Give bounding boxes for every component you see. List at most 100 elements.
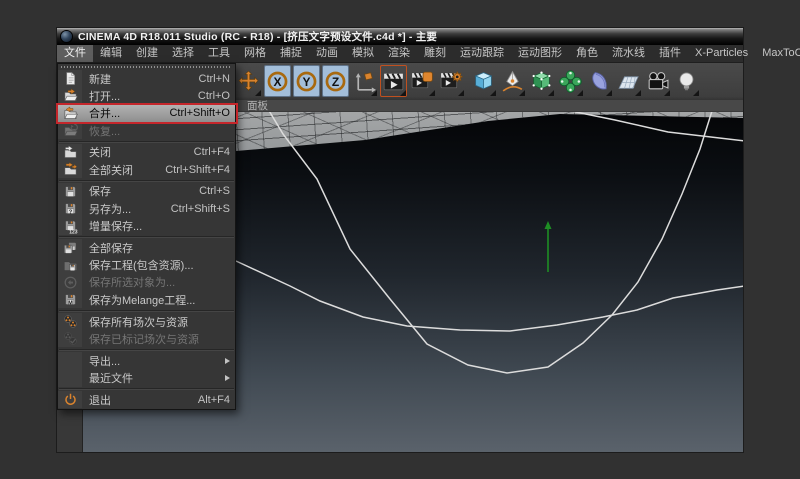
primitive-cube-icon — [471, 69, 496, 94]
menubar-item-渲染[interactable]: 渲染 — [381, 45, 417, 62]
folder-merge-icon — [58, 105, 82, 122]
menubar-item-运动跟踪[interactable]: 运动跟踪 — [453, 45, 511, 62]
undo-arc-icon — [59, 475, 81, 479]
file-menu-item-全部保存[interactable]: 全部保存 — [58, 239, 235, 257]
file-menu-item-合并[interactable]: 合并... Ctrl+Shift+O — [56, 102, 238, 124]
file-menu-item-另存为[interactable]: ? 另存为... Ctrl+Shift+S — [58, 200, 235, 218]
spline-volume-button[interactable] — [586, 65, 613, 97]
file-menu-item-保存所有场次与资源[interactable]: 保存所有场次与资源 — [58, 312, 235, 331]
menubar-item-角色[interactable]: 角色 — [569, 45, 605, 62]
add-cube-button[interactable] — [470, 65, 497, 97]
file-menu-item-保存为Melange工程[interactable]: M 保存为Melange工程... — [58, 291, 235, 309]
z-axis-lock-button[interactable]: Z — [322, 65, 349, 97]
file-menu-item-新建[interactable]: 新建 Ctrl+N — [58, 70, 235, 88]
move-tool-icon — [236, 69, 261, 94]
menu-item-label: 打开... — [89, 90, 121, 103]
new-doc-icon — [58, 70, 82, 88]
empty-icon — [58, 351, 82, 370]
light-button[interactable] — [673, 65, 700, 97]
camera-icon — [645, 69, 670, 94]
svg-text:M: M — [68, 301, 73, 307]
extrude-spline-outer[interactable] — [268, 112, 713, 374]
file-menu-item-全部关闭[interactable]: 全部关闭 Ctrl+Shift+F4 — [58, 160, 235, 179]
file-menu-item-打开[interactable]: 打开... Ctrl+O — [58, 87, 235, 105]
menubar-item-工具[interactable]: 工具 — [201, 45, 237, 62]
deformer-button[interactable] — [557, 65, 584, 97]
menu-item-label: 增量保存... — [89, 221, 143, 234]
menu-item-shortcut: Ctrl+Shift+O — [169, 107, 230, 120]
folder-open-icon — [58, 87, 82, 105]
menubar-item-模拟[interactable]: 模拟 — [345, 45, 381, 62]
menubar-item-雕刻[interactable]: 雕刻 — [417, 45, 453, 62]
menubar-item-编辑[interactable]: 编辑 — [93, 45, 129, 62]
menubar-item-运动图形[interactable]: 运动图形 — [511, 45, 569, 62]
floor-button[interactable] — [615, 65, 642, 97]
svg-text:?: ? — [68, 210, 72, 216]
camera-button[interactable] — [644, 65, 671, 97]
menu-item-label: 导出... — [89, 355, 121, 368]
extrude-spline-top-right[interactable] — [566, 112, 743, 142]
submenu-arrow-icon — [225, 357, 230, 364]
takes-save-icon — [58, 312, 82, 331]
menubar-item-MaxToC4D[interactable]: MaxToC4D — [755, 45, 800, 62]
viewport-panel-menu[interactable]: 面板 — [247, 100, 268, 112]
menubar-item-网格[interactable]: 网格 — [237, 45, 273, 62]
render-settings-button[interactable] — [438, 65, 465, 97]
y-axis-arrow-head — [544, 221, 552, 229]
svg-text:Z: Z — [332, 74, 339, 88]
toolbar-group: X Y Z — [235, 65, 378, 97]
file-menu-item-关闭[interactable]: 关闭 Ctrl+F4 — [58, 143, 235, 161]
file-menu-item-退出[interactable]: 退出 Alt+F4 — [58, 391, 235, 409]
menu-item-shortcut: Alt+F4 — [197, 393, 230, 406]
cinema4d-window: CINEMA 4D R18.011 Studio (RC - R18) - [挤… — [56, 28, 800, 452]
y-axis-lock-button[interactable]: Y — [293, 65, 320, 97]
file-menu-item-保存所选对象为: 保存所选对象为... — [58, 273, 235, 292]
menubar-item-文件[interactable]: 文件 — [57, 45, 93, 62]
c4d-logo-icon — [61, 31, 72, 42]
menu-item-shortcut: Ctrl+Shift+F4 — [165, 163, 230, 176]
menu-item-label: 保存所选对象为... — [89, 277, 176, 290]
coordinate-system-icon — [352, 69, 377, 94]
x-axis-lock-button[interactable]: X — [264, 65, 291, 97]
menubar-item-动画[interactable]: 动画 — [309, 45, 345, 62]
file-menu-item-保存[interactable]: 保存 Ctrl+S — [58, 182, 235, 201]
titlebar[interactable]: CINEMA 4D R18.011 Studio (RC - R18) - [挤… — [57, 28, 743, 45]
svg-text:123: 123 — [69, 229, 78, 234]
menu-item-label: 另存为... — [89, 203, 132, 216]
menubar: 文件 编辑 创建 选择 工具 网格 捕捉 动画 模拟 渲染 雕刻 运动跟踪 运动图形 角色 流水线 插件 X-P… — [57, 45, 800, 63]
pen-spline-button[interactable] — [499, 65, 526, 97]
menu-item-label: 全部关闭 — [89, 164, 133, 177]
file-menu-item-最近文件[interactable]: 最近文件 — [58, 369, 235, 387]
menu-item-label: 新建 — [89, 73, 111, 86]
file-menu-dropdown: 新建 Ctrl+N 打开... Ctrl+O 合并... Ctrl+Shift+O 恢复..… — [56, 63, 238, 411]
render-picture-viewer-button[interactable] — [409, 65, 436, 97]
menu-item-label: 保存 — [89, 186, 111, 199]
light-icon — [674, 69, 699, 94]
menubar-item-流水线[interactable]: 流水线 — [605, 45, 652, 62]
menu-item-label: 合并... — [89, 108, 121, 121]
spline-volume-icon — [587, 69, 612, 94]
submenu-arrow-icon — [225, 374, 230, 381]
toolbar-group — [470, 65, 700, 97]
extrude-spline-inner[interactable] — [235, 260, 743, 332]
subdivision-surface-button[interactable] — [528, 65, 555, 97]
file-menu-item-保存工程(包含资源)[interactable]: 保存工程(包含资源)... — [58, 256, 235, 274]
floppy-icon — [58, 182, 82, 201]
move-tool[interactable] — [235, 65, 262, 97]
menubar-item-创建[interactable]: 创建 — [129, 45, 165, 62]
svg-text:Y: Y — [303, 74, 311, 88]
floor-icon — [616, 69, 641, 94]
menubar-item-X-Particles[interactable]: X-Particles — [688, 45, 755, 62]
file-menu-item-增量保存[interactable]: 123 增量保存... — [58, 217, 235, 235]
menubar-item-捕捉[interactable]: 捕捉 — [273, 45, 309, 62]
file-menu-item-保存已标记场次与资源: 保存已标记场次与资源 — [58, 330, 235, 348]
menubar-item-插件[interactable]: 插件 — [652, 45, 688, 62]
toolbar-group — [380, 65, 465, 97]
render-view-button[interactable] — [380, 65, 407, 97]
menu-item-label: 保存为Melange工程... — [89, 294, 196, 307]
coordinate-system-button[interactable] — [351, 65, 378, 97]
menu-item-shortcut: Ctrl+Shift+S — [170, 202, 230, 215]
window-title: CINEMA 4D R18.011 Studio (RC - R18) - [挤… — [78, 31, 438, 43]
menubar-item-选择[interactable]: 选择 — [165, 45, 201, 62]
file-menu-item-导出[interactable]: 导出... — [58, 351, 235, 370]
